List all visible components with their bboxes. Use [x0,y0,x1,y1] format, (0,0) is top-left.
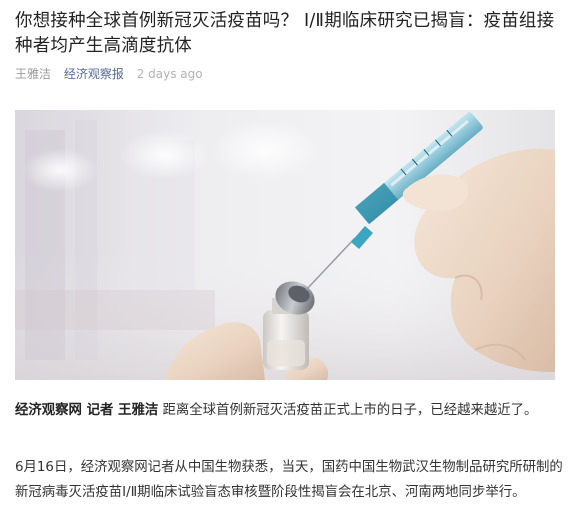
publish-time: 2 days ago [136,67,203,81]
paragraph-1-text: 距离全球首例新冠灭活疫苗正式上市的日子，已经越来越近了。 [158,403,538,418]
article-paragraph-2: 6月16日，经济观察网记者从中国生物获悉，当天，国药中国生物武汉生物制品研究所研… [15,460,563,500]
article-meta: 王雅洁 经济观察报 2 days ago [15,66,212,82]
article-title: 你想接种全球首例新冠灭活疫苗吗？ Ⅰ/Ⅱ期临床研究已揭盲：疫苗组接种者均产生高滴… [15,11,555,56]
author-name: 王雅洁 [15,67,52,81]
article-paragraph-1: 经济观察网 记者 王雅洁 距离全球首例新冠灭活疫苗正式上市的日子，已经越来越近了… [15,398,563,423]
hero-image[interactable] [15,110,555,380]
article-page: 你想接种全球首例新冠灭活疫苗吗？ Ⅰ/Ⅱ期临床研究已揭盲：疫苗组接种者均产生高滴… [0,0,575,521]
source-link[interactable]: 经济观察报 [64,67,124,81]
vaccine-photo [15,110,555,380]
reporter-credit: 经济观察网 记者 王雅洁 [15,403,159,418]
